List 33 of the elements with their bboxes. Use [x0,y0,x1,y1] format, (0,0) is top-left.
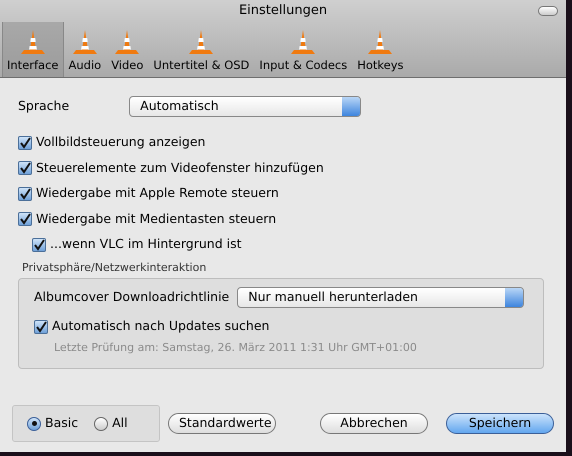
field-label: Albumcover Downloadrichtlinie [34,288,230,306]
status-text: Letzte Prüfung am: Samstag, 26. März 2011 1:31 Uhr GMT+01:00 [54,340,418,356]
dialog-button[interactable]: Speichern [446,413,554,434]
radio-option[interactable]: Basic [27,414,78,433]
checkbox-label: Wiedergabe mit Apple Remote steuern [36,184,279,202]
radio-option[interactable]: All [94,414,128,433]
toolbar-tab[interactable]: Input & Codecs [254,22,352,77]
checkbox-label: Vollbildsteuerung anzeigen [36,133,206,152]
language-dropdown[interactable]: Automatisch [129,96,362,117]
checkbox-label: ...wenn VLC im Hintergrund ist [50,235,242,254]
checkbox-label: Steuerelemente zum Videofenster hinzufügen [36,158,324,177]
toolbar-tab[interactable]: Audio [64,22,106,77]
dialog-button[interactable]: Abbrechen [320,413,428,434]
checkbox[interactable] [18,186,32,201]
radio-button[interactable] [94,416,108,430]
checkbox-label: Wiedergabe mit Medientasten steuern [36,210,276,228]
group-title: Privatsphäre/Netzwerkinteraktion [22,260,208,276]
checkbox-label: Automatisch nach Updates suchen [52,317,270,336]
dialog-button[interactable]: Standardwerte [168,413,276,434]
checkbox[interactable] [32,238,46,252]
album-dropdown[interactable]: Nur manuell herunterladen [237,287,524,308]
toolbar-tab[interactable]: Hotkeys [352,22,409,77]
toolbar-tab[interactable]: Video [106,22,148,77]
toolbar-toggle-button[interactable] [538,6,558,16]
field-label: Sprache [18,97,70,116]
checkbox[interactable] [18,212,32,226]
checkbox[interactable] [18,161,32,176]
window-title: Einstellungen [238,2,328,20]
checkbox[interactable] [18,136,32,150]
radio-button[interactable] [27,416,41,430]
checkbox[interactable] [34,320,48,334]
toolbar-tab[interactable]: Untertitel & OSD [148,22,254,77]
toolbar-tab[interactable]: Interface [2,22,64,77]
